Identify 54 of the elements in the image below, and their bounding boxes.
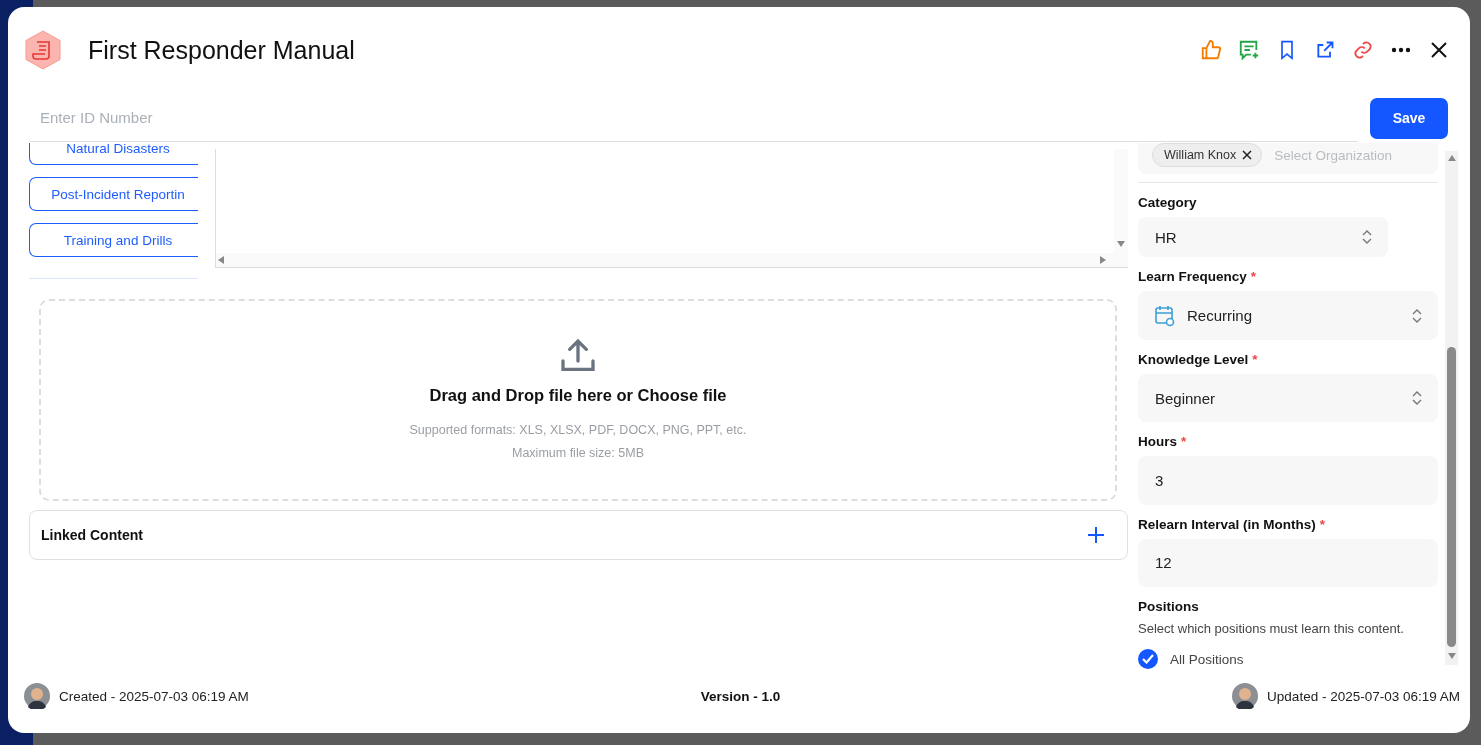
- created-date: Created - 2025-07-03 06:19 AM: [59, 688, 249, 704]
- scroll-down-arrow-icon[interactable]: [1447, 653, 1456, 661]
- plus-icon[interactable]: [1087, 526, 1105, 544]
- version-text: Version - 1.0: [700, 688, 781, 704]
- calendar-icon: [1155, 304, 1175, 327]
- checkmark-icon: [1142, 654, 1154, 664]
- field-label: Learn Frequency: [1138, 269, 1247, 285]
- number-field[interactable]: 3: [1138, 456, 1439, 505]
- checkbox[interactable]: [1138, 649, 1158, 669]
- topic-tab[interactable]: Training and Drills: [29, 223, 198, 257]
- category-select[interactable]: HR: [1138, 216, 1388, 258]
- required-asterisk: *: [1181, 434, 1187, 450]
- scrollbar[interactable]: [1445, 151, 1458, 665]
- topic-tab[interactable]: Natural Disasters: [29, 143, 198, 165]
- linked-content-title: Linked Content: [41, 527, 143, 543]
- checkbox-label: All Positions: [1170, 651, 1244, 667]
- page-title: First Responder Manual: [88, 35, 356, 65]
- dropzone-title: Drag and Drop file here or Choose file: [429, 385, 727, 405]
- chevron-updown-icon: [1362, 229, 1372, 246]
- positions-label: Positions: [1138, 599, 1200, 614]
- supported-formats: Supported formats: XLS, XLSX, PDF, DOCX, PNG, PPT, etc.: [409, 421, 747, 439]
- required-asterisk: *: [1252, 351, 1258, 367]
- required-asterisk: *: [1250, 269, 1257, 285]
- chevron-updown-icon: [1412, 390, 1423, 406]
- avatar: [1232, 683, 1259, 709]
- scroll-up-arrow-icon[interactable]: [1447, 155, 1456, 163]
- positions-hint: Select which positions must learn this content.: [1138, 621, 1405, 636]
- field-label: Hours: [1138, 434, 1177, 450]
- topic-tab[interactable]: Post-Incident Reportin: [29, 177, 198, 211]
- chevron-updown-icon: [1412, 307, 1423, 324]
- comment-add-icon[interactable]: [1238, 39, 1260, 61]
- save-button[interactable]: Save: [1370, 97, 1448, 139]
- scroll-right-arrow-icon[interactable]: [1100, 256, 1108, 264]
- organization-select[interactable]: William Knox Select Organization: [1138, 143, 1439, 174]
- file-dropzone[interactable]: Drag and Drop file here or Choose file Supported formats: XLS, XLSX, PDF, DOCX, PNG, PPT, etc. Maximum file size: 5MB: [39, 299, 1117, 501]
- thumbs-up-icon[interactable]: [1200, 39, 1222, 61]
- field-label: Knowledge Level: [1138, 351, 1249, 367]
- link-icon[interactable]: [1352, 39, 1374, 61]
- level-select[interactable]: Beginner: [1138, 373, 1439, 423]
- max-file-size: Maximum file size: 5MB: [512, 444, 644, 462]
- remove-icon[interactable]: [1242, 150, 1253, 161]
- frequency-select[interactable]: Recurring: [1138, 291, 1439, 340]
- organization-placeholder: Select Organization: [1274, 147, 1393, 163]
- required-asterisk: *: [1319, 516, 1326, 532]
- number-field[interactable]: 12: [1138, 538, 1439, 587]
- field-label: Relearn Interval (in Months): [1138, 516, 1316, 532]
- updated-date: Updated - 2025-07-03 06:19 AM: [1267, 688, 1460, 704]
- document-icon: [24, 30, 62, 70]
- external-link-icon[interactable]: [1314, 39, 1336, 61]
- scroll-left-arrow-icon[interactable]: [218, 256, 226, 264]
- field-label: Category: [1138, 194, 1197, 210]
- scroll-down-arrow-icon[interactable]: [1117, 241, 1125, 249]
- avatar: [24, 683, 50, 709]
- organization-tag: William Knox: [1152, 143, 1263, 168]
